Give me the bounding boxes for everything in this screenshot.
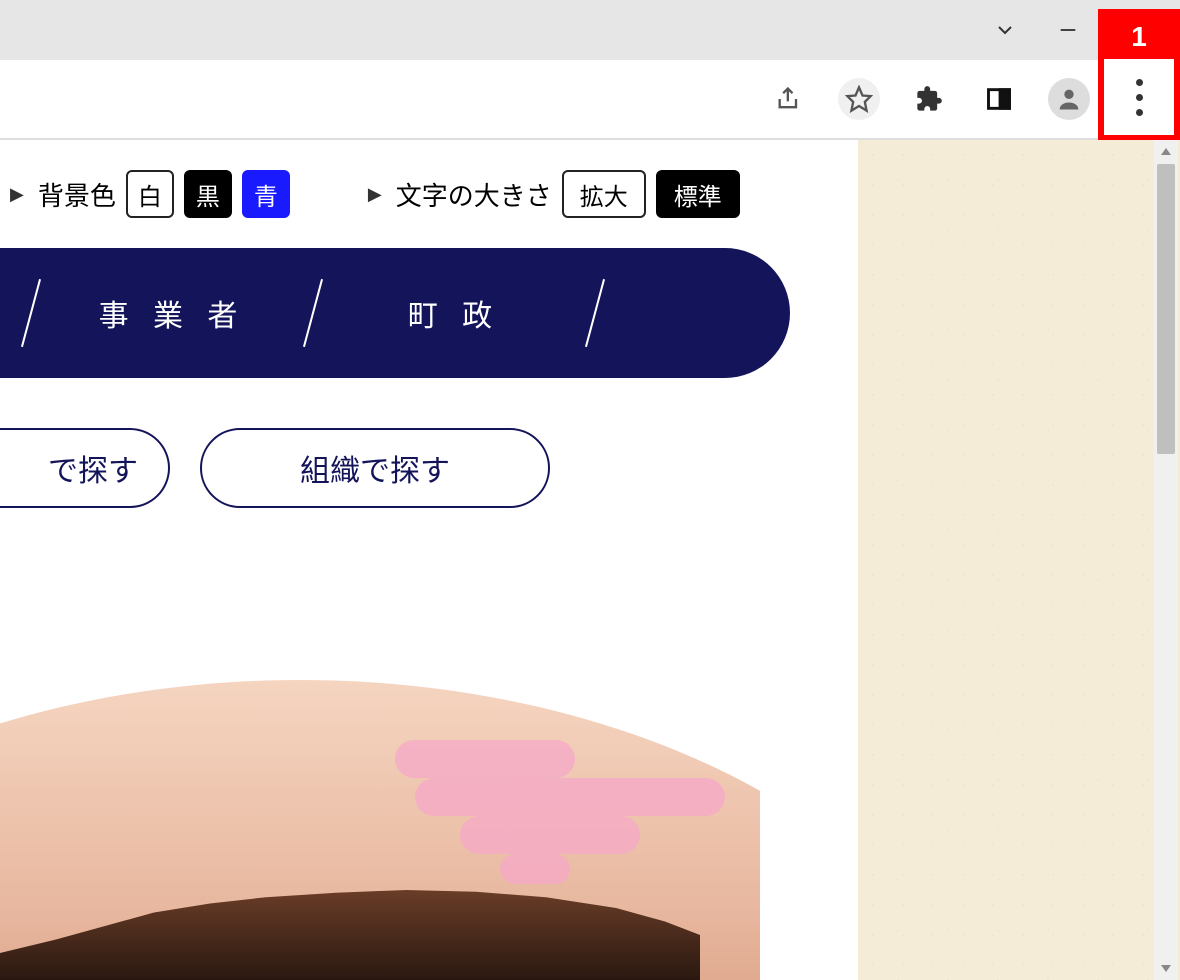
nav-business[interactable]: 事 業 者 bbox=[32, 291, 312, 335]
vertical-scrollbar[interactable] bbox=[1154, 140, 1178, 980]
side-panel-icon[interactable] bbox=[978, 78, 1020, 120]
bg-black-button[interactable]: 黒 bbox=[184, 170, 232, 218]
browser-toolbar bbox=[0, 60, 1180, 140]
minimize-icon[interactable] bbox=[1054, 16, 1082, 44]
scroll-down-icon[interactable] bbox=[1154, 956, 1178, 980]
scroll-thumb[interactable] bbox=[1157, 164, 1175, 454]
page-content: ▶ 背景色 白 黒 青 ▶ 文字の大きさ 拡大 標準 事 業 者 町 政 で探す bbox=[0, 140, 858, 980]
scroll-up-icon[interactable] bbox=[1154, 140, 1178, 164]
triangle-icon: ▶ bbox=[368, 184, 382, 205]
standard-size-button[interactable]: 標準 bbox=[656, 170, 740, 218]
kebab-menu-icon[interactable] bbox=[1136, 59, 1143, 135]
search-by-partial-button[interactable]: で探す bbox=[0, 428, 170, 508]
bg-white-button[interactable]: 白 bbox=[126, 170, 174, 218]
enlarge-button[interactable]: 拡大 bbox=[562, 170, 646, 218]
chevron-down-icon[interactable] bbox=[991, 16, 1019, 44]
annotation-callout-1: 1 bbox=[1098, 9, 1180, 141]
window-controls bbox=[0, 0, 1180, 60]
hero-image bbox=[0, 680, 760, 980]
profile-avatar-icon[interactable] bbox=[1048, 78, 1090, 120]
nav-town-gov[interactable]: 町 政 bbox=[314, 291, 594, 335]
main-nav: 事 業 者 町 政 bbox=[0, 248, 790, 378]
accessibility-controls: ▶ 背景色 白 黒 青 ▶ 文字の大きさ 拡大 標準 bbox=[0, 140, 858, 248]
extensions-icon[interactable] bbox=[908, 78, 950, 120]
share-icon[interactable] bbox=[768, 78, 810, 120]
bookmark-star-icon[interactable] bbox=[838, 78, 880, 120]
annotation-badge: 1 bbox=[1104, 15, 1174, 59]
bg-color-label: 背景色 bbox=[38, 176, 116, 213]
text-size-label: 文字の大きさ bbox=[396, 176, 552, 213]
bg-blue-button[interactable]: 青 bbox=[242, 170, 290, 218]
search-buttons: で探す 組織で探す bbox=[0, 428, 858, 508]
triangle-icon: ▶ bbox=[10, 184, 24, 205]
search-by-org-button[interactable]: 組織で探す bbox=[200, 428, 550, 508]
page-background-texture bbox=[858, 140, 1180, 980]
